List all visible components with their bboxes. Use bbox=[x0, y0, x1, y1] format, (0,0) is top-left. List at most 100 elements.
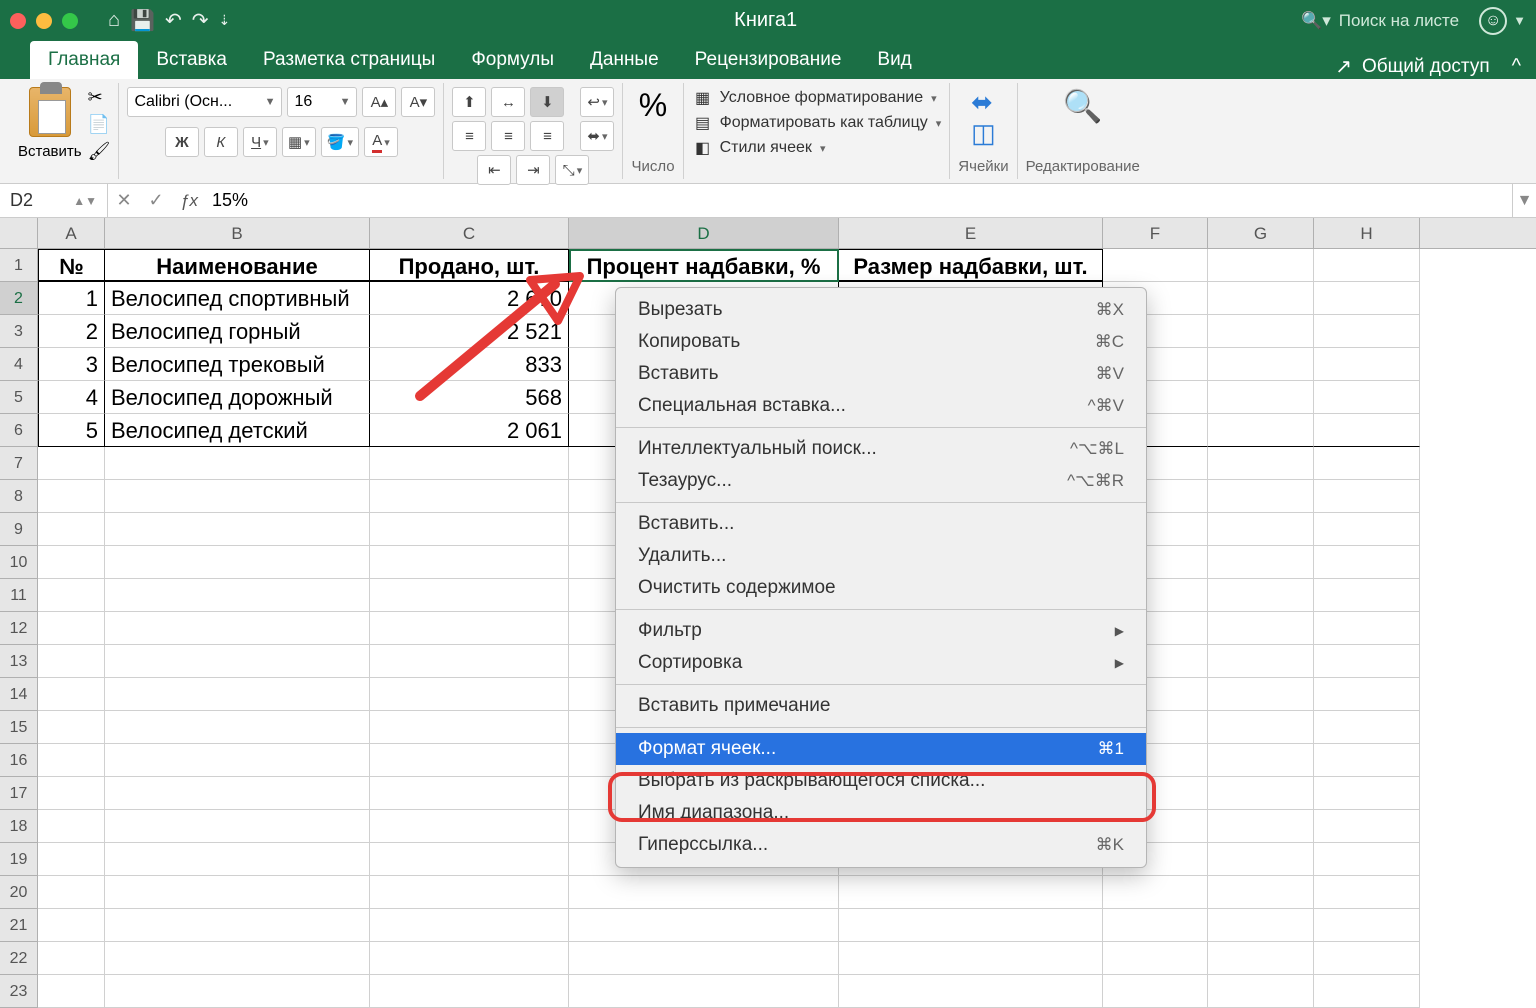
cell[interactable] bbox=[370, 513, 569, 546]
cell[interactable] bbox=[370, 612, 569, 645]
increase-indent-button[interactable]: ⇥ bbox=[516, 155, 550, 185]
context-menu-item[interactable]: Вставить⌘V bbox=[616, 358, 1146, 390]
col-header-E[interactable]: E bbox=[839, 218, 1103, 248]
cell[interactable] bbox=[569, 876, 839, 909]
save-icon[interactable]: 💾 bbox=[130, 8, 155, 33]
cell[interactable] bbox=[370, 744, 569, 777]
cell[interactable] bbox=[1208, 282, 1314, 315]
cell[interactable] bbox=[38, 546, 105, 579]
cell[interactable] bbox=[370, 480, 569, 513]
bold-button[interactable]: Ж bbox=[165, 127, 199, 157]
row-header-17[interactable]: 17 bbox=[0, 777, 38, 810]
cell[interactable] bbox=[569, 909, 839, 942]
cell[interactable] bbox=[1208, 777, 1314, 810]
italic-button[interactable]: К bbox=[204, 127, 238, 157]
undo-icon[interactable]: ↶ bbox=[165, 8, 182, 33]
tab-review[interactable]: Рецензирование bbox=[677, 41, 860, 79]
share-label[interactable]: Общий доступ bbox=[1362, 56, 1490, 78]
cell[interactable] bbox=[1314, 579, 1420, 612]
row-header-6[interactable]: 6 bbox=[0, 414, 38, 447]
share-icon[interactable]: ↗ bbox=[1335, 54, 1352, 79]
decrease-font-button[interactable]: A▾ bbox=[401, 87, 435, 117]
cell[interactable] bbox=[1314, 711, 1420, 744]
row-header-10[interactable]: 10 bbox=[0, 546, 38, 579]
align-bottom-button[interactable]: ⬇ bbox=[530, 87, 564, 117]
cell[interactable] bbox=[105, 810, 370, 843]
feedback-dropdown-icon[interactable]: ▼ bbox=[1513, 13, 1526, 28]
row-header-12[interactable]: 12 bbox=[0, 612, 38, 645]
cell[interactable] bbox=[1208, 381, 1314, 414]
cell[interactable] bbox=[1314, 381, 1420, 414]
cell[interactable] bbox=[38, 612, 105, 645]
fill-color-button[interactable]: 🪣▾ bbox=[321, 127, 359, 157]
cell[interactable] bbox=[839, 942, 1103, 975]
cell[interactable] bbox=[1208, 744, 1314, 777]
wrap-text-button[interactable]: ↩︎▾ bbox=[580, 87, 614, 117]
cell[interactable] bbox=[1208, 348, 1314, 381]
percent-icon[interactable]: % bbox=[639, 87, 667, 124]
cell[interactable]: 2 bbox=[38, 315, 105, 348]
cell[interactable] bbox=[105, 909, 370, 942]
cell[interactable] bbox=[1314, 810, 1420, 843]
cell[interactable] bbox=[1314, 645, 1420, 678]
cell[interactable] bbox=[1103, 249, 1208, 282]
row-header-11[interactable]: 11 bbox=[0, 579, 38, 612]
close-window-button[interactable] bbox=[10, 13, 26, 29]
context-menu-item[interactable]: Специальная вставка...^⌘V bbox=[616, 390, 1146, 422]
cell[interactable]: Велосипед горный bbox=[105, 315, 370, 348]
context-menu-item[interactable]: Удалить... bbox=[616, 540, 1146, 572]
cell[interactable] bbox=[105, 480, 370, 513]
context-menu-item[interactable]: Формат ячеек...⌘1 bbox=[616, 733, 1146, 765]
cell[interactable]: Велосипед дорожный bbox=[105, 381, 370, 414]
tab-view[interactable]: Вид bbox=[859, 41, 929, 79]
cell[interactable] bbox=[839, 909, 1103, 942]
row-header-13[interactable]: 13 bbox=[0, 645, 38, 678]
cell[interactable] bbox=[105, 645, 370, 678]
col-header-B[interactable]: B bbox=[105, 218, 370, 248]
cell[interactable] bbox=[1314, 876, 1420, 909]
cell[interactable] bbox=[1208, 843, 1314, 876]
cell[interactable] bbox=[38, 711, 105, 744]
cell[interactable] bbox=[569, 942, 839, 975]
cell[interactable] bbox=[38, 513, 105, 546]
row-header-18[interactable]: 18 bbox=[0, 810, 38, 843]
cell[interactable] bbox=[105, 513, 370, 546]
align-right-button[interactable]: ≡ bbox=[530, 121, 564, 151]
cell[interactable] bbox=[1208, 414, 1314, 447]
context-menu-item[interactable]: Имя диапазона... bbox=[616, 797, 1146, 829]
cell[interactable] bbox=[370, 645, 569, 678]
cell[interactable] bbox=[1103, 909, 1208, 942]
cell[interactable] bbox=[1314, 843, 1420, 876]
merge-button[interactable]: ⬌▾ bbox=[580, 121, 614, 151]
row-header-4[interactable]: 4 bbox=[0, 348, 38, 381]
col-header-G[interactable]: G bbox=[1208, 218, 1314, 248]
cell[interactable] bbox=[1103, 942, 1208, 975]
cell[interactable] bbox=[1208, 546, 1314, 579]
orientation-button[interactable]: ⤡▾ bbox=[555, 155, 589, 185]
sheet-search[interactable]: 🔍▾ Поиск на листе bbox=[1301, 11, 1459, 31]
row-header-9[interactable]: 9 bbox=[0, 513, 38, 546]
cell[interactable]: № bbox=[38, 249, 105, 282]
col-header-F[interactable]: F bbox=[1103, 218, 1208, 248]
cell[interactable] bbox=[105, 843, 370, 876]
cell[interactable] bbox=[1208, 810, 1314, 843]
cell[interactable] bbox=[1103, 975, 1208, 1008]
cell[interactable] bbox=[1208, 612, 1314, 645]
cell[interactable] bbox=[370, 678, 569, 711]
context-menu-item[interactable]: Вырезать⌘X bbox=[616, 294, 1146, 326]
cell[interactable]: 2 670 bbox=[370, 282, 569, 315]
cell[interactable] bbox=[1314, 513, 1420, 546]
cell[interactable] bbox=[370, 546, 569, 579]
redo-icon[interactable]: ↷ bbox=[192, 8, 209, 33]
align-top-button[interactable]: ⬆ bbox=[452, 87, 486, 117]
tab-page-layout[interactable]: Разметка страницы bbox=[245, 41, 453, 79]
collapse-ribbon-icon[interactable]: ^ bbox=[1512, 55, 1521, 78]
cell[interactable] bbox=[1208, 249, 1314, 282]
cell[interactable]: 2 061 bbox=[370, 414, 569, 447]
cell[interactable] bbox=[38, 810, 105, 843]
cell[interactable]: 568 bbox=[370, 381, 569, 414]
cell[interactable]: 2 521 bbox=[370, 315, 569, 348]
tab-data[interactable]: Данные bbox=[572, 41, 677, 79]
row-header-19[interactable]: 19 bbox=[0, 843, 38, 876]
cell[interactable] bbox=[1208, 579, 1314, 612]
